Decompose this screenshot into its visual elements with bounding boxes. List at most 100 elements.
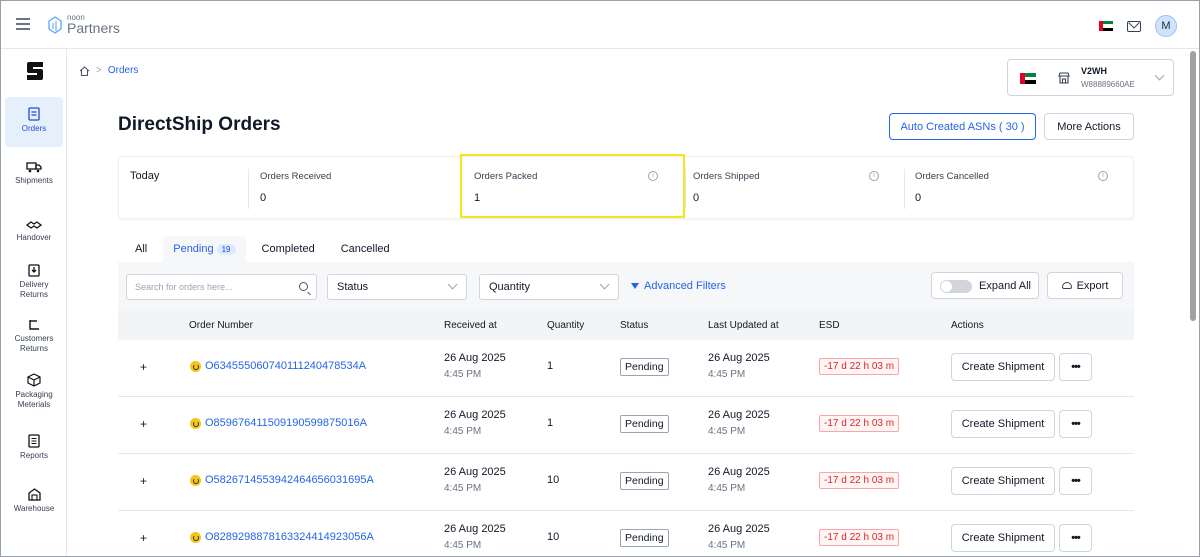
quantity: 1: [547, 417, 554, 429]
column-header[interactable]: Status: [620, 320, 648, 331]
stat-value: 0: [693, 192, 700, 204]
cloud-upload-icon: [1061, 282, 1072, 289]
vertical-scrollbar[interactable]: [1189, 49, 1197, 554]
sidebar-item-label: Packaging Meterials: [15, 390, 53, 409]
column-header[interactable]: Quantity: [547, 320, 584, 331]
expand-row-button[interactable]: +: [140, 474, 147, 488]
create-shipment-button[interactable]: Create Shipment: [951, 467, 1055, 495]
order-number-link[interactable]: O8289298878163324414923056A: [205, 531, 374, 543]
stat-value: 0: [260, 192, 267, 204]
sidebar-item-label: Customers Returns: [14, 334, 54, 353]
order-tabs: All Pending 19 Completed Cancelled: [125, 236, 406, 262]
create-shipment-button[interactable]: Create Shipment: [951, 410, 1055, 438]
expand-row-button[interactable]: +: [140, 417, 147, 431]
quantity-select[interactable]: Quantity: [479, 274, 619, 300]
more-actions-button[interactable]: More Actions: [1044, 113, 1134, 140]
status-badge: Pending: [620, 358, 669, 376]
quantity: 10: [547, 531, 560, 543]
advanced-filters-link[interactable]: Advanced Filters: [631, 280, 726, 292]
brand-logo-icon: [27, 62, 43, 80]
noon-logo-icon: [48, 16, 62, 34]
tab-label: All: [135, 243, 148, 255]
mail-icon[interactable]: [1127, 20, 1141, 32]
top-bar: noon Partners M: [1, 1, 1199, 49]
order-number-link[interactable]: O634555060740111240478534A: [205, 360, 366, 372]
page-title: DirectShip Orders: [118, 114, 281, 135]
status-select[interactable]: Status: [327, 274, 467, 300]
status-badge: Pending: [620, 415, 669, 433]
column-header[interactable]: Order Number: [189, 320, 253, 331]
received-date: 26 Aug 2025: [444, 352, 506, 364]
uae-flag-icon[interactable]: [1099, 21, 1113, 31]
esd-badge: -17 d 22 h 03 m: [819, 472, 900, 489]
hamburger-menu-icon[interactable]: [16, 18, 30, 30]
breadcrumb-orders-link[interactable]: Orders: [108, 65, 139, 76]
logo-text: Partners: [67, 20, 120, 36]
tab-cancelled[interactable]: Cancelled: [331, 236, 400, 262]
received-time: 4:45 PM: [444, 369, 482, 380]
sidebar-item-customers-returns[interactable]: Customers Returns: [5, 319, 63, 354]
sidebar-item-reports[interactable]: Reports: [5, 434, 63, 461]
more-options-button[interactable]: •••: [1059, 353, 1092, 381]
order-number-link[interactable]: O5826714553942464656031695A: [205, 474, 374, 486]
more-options-button[interactable]: •••: [1059, 467, 1092, 495]
create-shipment-button[interactable]: Create Shipment: [951, 524, 1055, 552]
export-button[interactable]: Export: [1047, 272, 1123, 299]
more-options-button[interactable]: •••: [1059, 524, 1092, 552]
sidebar: Orders Shipments Handover Delivery Retur…: [1, 49, 67, 556]
tab-completed[interactable]: Completed: [252, 236, 325, 262]
auto-created-asns-button[interactable]: Auto Created ASNs ( 30 ): [889, 113, 1036, 140]
more-options-button[interactable]: •••: [1059, 410, 1092, 438]
updated-date: 26 Aug 2025: [708, 523, 770, 535]
expand-all-toggle[interactable]: Expand All: [931, 272, 1039, 299]
table-row: + O859676411509190599875016A 26 Aug 2025…: [118, 397, 1134, 454]
expand-row-button[interactable]: +: [140, 531, 147, 545]
info-icon[interactable]: i: [869, 171, 879, 181]
tab-pending[interactable]: Pending 19: [163, 236, 246, 262]
avatar[interactable]: M: [1155, 15, 1177, 37]
updated-date: 26 Aug 2025: [708, 466, 770, 478]
table-header: Order Number Received at Quantity Status…: [118, 310, 1134, 340]
stat-label: Orders Received: [260, 171, 332, 182]
toggle-switch[interactable]: [940, 280, 972, 293]
expand-row-button[interactable]: +: [140, 360, 147, 374]
status-badge: Pending: [620, 529, 669, 547]
sidebar-item-handover[interactable]: Handover: [5, 219, 63, 243]
updated-time: 4:45 PM: [708, 426, 746, 437]
sidebar-item-packaging-materials[interactable]: Packaging Meterials: [5, 373, 63, 410]
search-icon[interactable]: [299, 282, 308, 291]
chevron-down-icon: [1154, 70, 1165, 81]
tab-label: Pending: [173, 243, 214, 255]
sidebar-item-label: Shipments: [15, 176, 53, 185]
column-header[interactable]: ESD: [819, 320, 840, 331]
order-number-link[interactable]: O859676411509190599875016A: [205, 417, 367, 429]
sidebar-item-shipments[interactable]: Shipments: [5, 161, 63, 186]
stat-label: Orders Shipped: [693, 171, 760, 182]
sidebar-item-delivery-returns[interactable]: Delivery Returns: [5, 264, 63, 300]
column-header[interactable]: Last Updated at: [708, 320, 779, 331]
package-icon: [27, 373, 41, 387]
highlight-box: [460, 154, 685, 218]
advanced-filters-label: Advanced Filters: [644, 280, 726, 292]
tab-all[interactable]: All: [125, 236, 157, 262]
updated-time: 4:45 PM: [708, 483, 746, 494]
create-shipment-button[interactable]: Create Shipment: [951, 353, 1055, 381]
info-icon[interactable]: i: [1098, 171, 1108, 181]
expand-all-label: Expand All: [979, 280, 1031, 292]
sidebar-item-warehouse[interactable]: Warehouse: [5, 488, 63, 514]
clipboard-icon: [28, 107, 40, 121]
received-time: 4:45 PM: [444, 426, 482, 437]
filter-bar: Status Quantity Advanced Filters Expand …: [118, 262, 1134, 310]
sidebar-item-label: Orders: [21, 124, 47, 133]
sidebar-item-label: Warehouse: [13, 504, 55, 513]
column-header[interactable]: Received at: [444, 320, 497, 331]
store-selector[interactable]: V2WH W88889660AE: [1007, 59, 1174, 96]
app-window: noon Partners M Orders Shipments Handove…: [0, 0, 1200, 557]
order-status-icon: [190, 418, 201, 429]
scrollbar-thumb[interactable]: [1190, 51, 1196, 321]
chevron-down-icon: [447, 279, 458, 290]
sidebar-item-orders[interactable]: Orders: [5, 97, 63, 147]
search-input[interactable]: [135, 282, 285, 292]
home-icon[interactable]: [79, 65, 90, 76]
status-badge: Pending: [620, 472, 669, 490]
